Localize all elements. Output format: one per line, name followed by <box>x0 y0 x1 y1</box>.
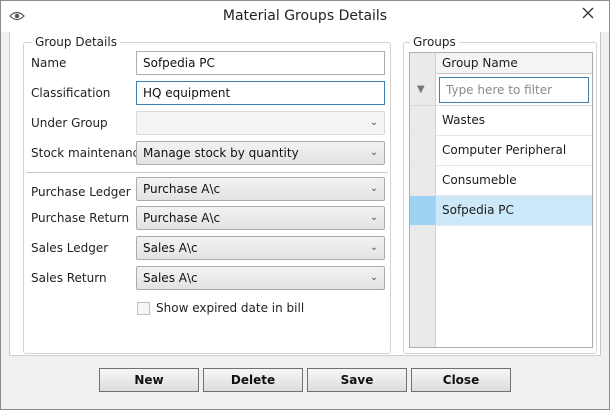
group-filter-input[interactable]: Type here to filter <box>439 77 589 103</box>
title-bar: Material Groups Details <box>1 1 609 32</box>
chevron-down-icon: ⌄ <box>369 212 379 223</box>
show-expired-label: Show expired date in bill <box>156 301 305 315</box>
new-button[interactable]: New <box>99 368 199 392</box>
group-name-cell: Consumeble <box>442 173 517 187</box>
window-close-button[interactable] <box>573 2 603 24</box>
row-header <box>410 196 436 225</box>
table-row[interactable]: Consumeble <box>410 166 592 196</box>
close-button[interactable]: Close <box>411 368 511 392</box>
sales-ledger-select[interactable]: Sales A\c ⌄ <box>136 236 385 260</box>
stock-maintenance-select[interactable]: Manage stock by quantity ⌄ <box>136 141 385 165</box>
purchase-ledger-value: Purchase A\c <box>143 182 221 196</box>
chevron-down-icon: ⌄ <box>369 272 379 283</box>
filter-icon: ▼ <box>417 84 425 95</box>
material-groups-window: Material Groups Details Group Details Na… <box>0 0 610 410</box>
ledger-separator <box>26 172 388 173</box>
sales-return-select[interactable]: Sales A\c ⌄ <box>136 266 385 290</box>
group-name-cell: Sofpedia PC <box>436 196 592 225</box>
stock-maintenance-value: Manage stock by quantity <box>143 146 299 160</box>
row-header <box>410 166 436 195</box>
groups-legend: Groups <box>410 35 459 49</box>
purchase-return-value: Purchase A\c <box>143 211 221 225</box>
row-header <box>410 136 436 165</box>
classification-field[interactable]: HQ equipment <box>136 81 385 105</box>
close-icon <box>582 7 594 19</box>
purchase-ledger-select[interactable]: Purchase A\c ⌄ <box>136 177 385 201</box>
window-title: Material Groups Details <box>222 8 388 24</box>
table-row[interactable]: Wastes <box>410 106 592 136</box>
group-name-cell: Wastes <box>442 113 486 127</box>
group-name-cell: Computer Peripheral <box>442 143 567 157</box>
under-group-label: Under Group <box>31 116 108 130</box>
sales-return-value: Sales A\c <box>143 271 198 285</box>
group-name-column-header[interactable]: Group Name <box>436 53 592 74</box>
purchase-return-select[interactable]: Purchase A\c ⌄ <box>136 206 385 230</box>
content-area: Group Details Name Sofpedia PC Classific… <box>9 32 601 355</box>
classification-label: Classification <box>31 86 111 100</box>
button-bar: New Delete Save Close <box>9 355 601 403</box>
sales-return-label: Sales Return <box>31 271 107 285</box>
chevron-down-icon: ⌄ <box>369 183 379 194</box>
delete-button[interactable]: Delete <box>203 368 303 392</box>
purchase-ledger-label: Purchase Ledger <box>31 185 131 199</box>
chevron-down-icon: ⌄ <box>369 242 379 253</box>
purchase-return-label: Purchase Return <box>31 211 130 225</box>
under-group-select[interactable]: ⌄ <box>136 111 385 135</box>
chevron-down-icon: ⌄ <box>369 147 379 158</box>
sales-ledger-value: Sales A\c <box>143 241 198 255</box>
stock-maintenance-label: Stock maintenance <box>31 146 147 160</box>
name-label: Name <box>31 56 67 70</box>
table-row-selected[interactable]: Sofpedia PC <box>410 196 592 226</box>
filter-row: ▼ Type here to filter <box>410 74 592 106</box>
row-header <box>410 106 436 135</box>
name-field[interactable]: Sofpedia PC <box>136 51 385 75</box>
group-details-legend: Group Details <box>32 35 120 49</box>
table-row[interactable]: Computer Peripheral <box>410 136 592 166</box>
sales-ledger-label: Sales Ledger <box>31 241 109 255</box>
groups-grid: Group Name ▼ Type here to filter Wastes … <box>409 52 593 348</box>
show-expired-checkbox[interactable] <box>137 302 150 315</box>
chevron-down-icon: ⌄ <box>369 117 379 128</box>
save-button[interactable]: Save <box>307 368 407 392</box>
